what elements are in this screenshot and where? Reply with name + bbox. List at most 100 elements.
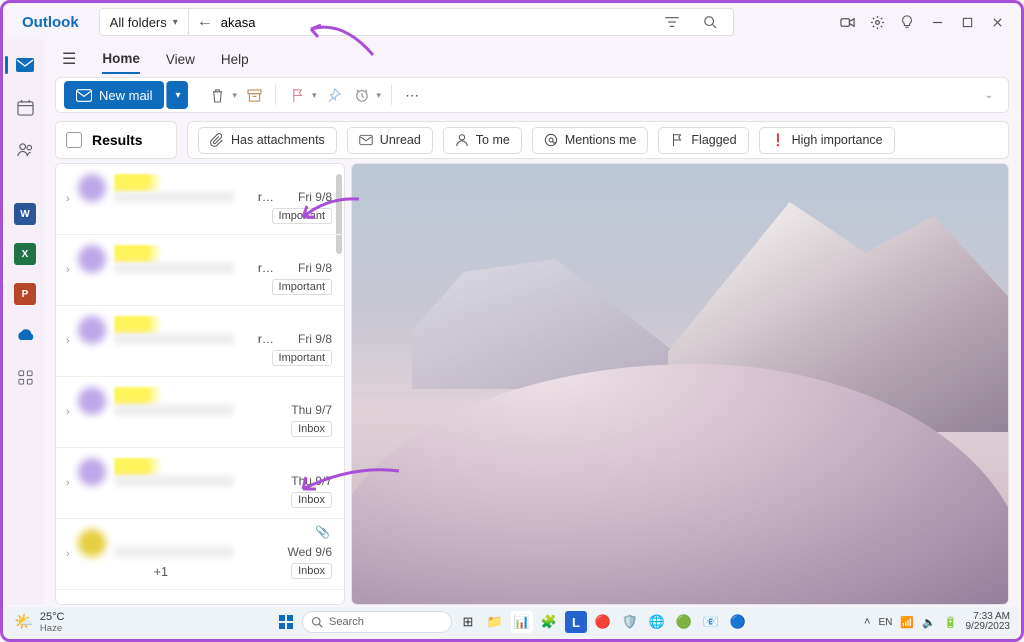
rail-word[interactable]: W	[14, 203, 36, 225]
flag-icon[interactable]	[286, 88, 308, 103]
avatar	[78, 245, 106, 273]
expand-thread-icon[interactable]: ›	[66, 548, 70, 560]
archive-icon[interactable]	[243, 89, 265, 102]
expand-thread-icon[interactable]: ›	[66, 264, 70, 276]
message-date: Fri 9/8	[298, 332, 332, 346]
windows-taskbar[interactable]: 🌤️ 25°C Haze Search ⊞ 📁 📊 🧩 L 🔴 🛡️ 🌐 🟢 📧…	[6, 607, 1018, 637]
expand-thread-icon[interactable]: ›	[66, 335, 70, 347]
message-item[interactable]: › Thu 9/7 Inbox	[56, 377, 344, 448]
rail-mail[interactable]	[13, 53, 37, 77]
taskbar-app[interactable]: 🧩	[538, 611, 560, 633]
taskbar-chrome[interactable]: 🟢	[673, 611, 695, 633]
tray-clock[interactable]: 7:33 AM 9/29/2023	[966, 612, 1011, 633]
taskbar-app[interactable]: L	[565, 611, 587, 633]
expand-thread-icon[interactable]: ›	[66, 406, 70, 418]
more-icon[interactable]: ⋯	[402, 87, 424, 104]
start-button[interactable]	[275, 611, 297, 633]
message-date: Thu 9/7	[291, 403, 332, 417]
chip-to-me[interactable]: To me	[443, 127, 522, 154]
chevron-down-icon: ▾	[173, 17, 178, 28]
chip-flagged[interactable]: Flagged	[658, 127, 748, 154]
lightbulb-icon[interactable]	[892, 7, 922, 37]
taskbar-app[interactable]: 🔴	[592, 611, 614, 633]
gear-icon[interactable]	[862, 7, 892, 37]
rail-powerpoint[interactable]: P	[14, 283, 36, 305]
tray-battery-icon[interactable]: 🔋	[944, 616, 958, 629]
tray-language[interactable]: EN	[878, 617, 892, 628]
message-item[interactable]: ›r…Fri 9/8Important	[56, 235, 344, 306]
meet-now-icon[interactable]	[832, 7, 862, 37]
tray-volume-icon[interactable]: 🔈	[922, 616, 936, 629]
maximize-icon[interactable]	[952, 7, 982, 37]
delete-dropdown[interactable]: ▾	[232, 90, 237, 101]
avatar	[78, 174, 106, 202]
back-icon[interactable]: ←	[197, 13, 213, 31]
taskbar-app[interactable]: 🛡️	[619, 611, 641, 633]
rail-more-apps[interactable]	[13, 365, 37, 389]
new-mail-label: New mail	[99, 88, 152, 103]
taskbar-search[interactable]: Search	[302, 611, 452, 633]
taskbar-app[interactable]: 📊	[511, 611, 533, 633]
filter-icon[interactable]	[657, 7, 687, 37]
chip-has-attachments[interactable]: Has attachments	[198, 127, 337, 154]
search-box[interactable]: ←	[189, 8, 734, 36]
tray-chevron-icon[interactable]: ˄	[864, 616, 870, 628]
search-scope-dropdown[interactable]: All folders ▾	[99, 8, 189, 36]
search-input[interactable]	[221, 15, 649, 30]
taskbar-weather[interactable]: 🌤️ 25°C Haze	[14, 611, 65, 634]
message-folder-chip: Important	[272, 208, 332, 224]
taskbar-outlook[interactable]: 📧	[700, 611, 722, 633]
message-folder-chip: Inbox	[291, 421, 332, 437]
expand-thread-icon[interactable]: ›	[66, 193, 70, 205]
message-item[interactable]: ›Thu 9/7Inbox	[56, 448, 344, 519]
taskbar-temp: 25°C	[40, 611, 65, 623]
delete-icon[interactable]	[206, 88, 228, 103]
tab-help[interactable]: Help	[221, 46, 249, 73]
rail-excel[interactable]: X	[14, 243, 36, 265]
tab-view[interactable]: View	[166, 46, 195, 73]
rail-people[interactable]	[13, 137, 37, 161]
hamburger-icon[interactable]: ☰	[62, 49, 76, 69]
taskbar-edge[interactable]: 🌐	[646, 611, 668, 633]
new-mail-button[interactable]: New mail	[64, 81, 164, 109]
taskbar-explorer[interactable]: 📁	[484, 611, 506, 633]
search-icon[interactable]	[695, 7, 725, 37]
message-subject	[114, 546, 234, 558]
rail-onedrive[interactable]	[13, 323, 37, 347]
message-date: Fri 9/8	[298, 261, 332, 275]
snooze-icon[interactable]	[351, 88, 373, 102]
tab-home[interactable]: Home	[102, 45, 140, 74]
highlight	[114, 316, 174, 334]
close-icon[interactable]	[982, 7, 1012, 37]
pin-icon[interactable]	[323, 88, 345, 102]
select-all-checkbox[interactable]	[66, 132, 82, 148]
message-item[interactable]: ›r…Fri 9/8Important	[56, 306, 344, 377]
message-subject	[114, 333, 234, 345]
highlight	[114, 174, 174, 192]
minimize-icon[interactable]	[922, 7, 952, 37]
ribbon-expand-icon[interactable]: ⌄	[978, 90, 1000, 101]
results-header: Results	[55, 121, 177, 159]
chip-unread[interactable]: Unread	[347, 127, 433, 154]
flag-dropdown[interactable]: ▾	[312, 90, 317, 101]
results-label: Results	[92, 132, 143, 148]
message-date: Wed 9/6	[288, 545, 332, 559]
snooze-dropdown[interactable]: ▾	[377, 90, 382, 101]
tray-wifi-icon[interactable]: 📶	[900, 616, 914, 629]
expand-thread-icon[interactable]: ›	[66, 477, 70, 489]
rail-calendar[interactable]	[13, 95, 37, 119]
taskbar-taskview[interactable]: ⊞	[457, 611, 479, 633]
message-date: Fri 9/8	[298, 190, 332, 204]
reading-pane	[351, 163, 1009, 605]
message-list[interactable]: ›r…Fri 9/8Important›r…Fri 9/8Important›r…	[55, 163, 345, 605]
taskbar-app[interactable]: 🔵	[727, 611, 749, 633]
new-mail-dropdown[interactable]: ▾	[166, 81, 188, 109]
highlight	[114, 458, 174, 476]
message-sender-trunc: r…	[258, 332, 274, 346]
weather-icon: 🌤️	[14, 612, 34, 632]
message-folder-chip: Important	[272, 279, 332, 295]
chip-high-importance[interactable]: High importance	[759, 127, 895, 154]
message-item[interactable]: ›r…Fri 9/8Important	[56, 164, 344, 235]
message-item[interactable]: ›Wed 9/6Inbox+1📎	[56, 519, 344, 590]
chip-mentions-me[interactable]: Mentions me	[532, 127, 649, 154]
